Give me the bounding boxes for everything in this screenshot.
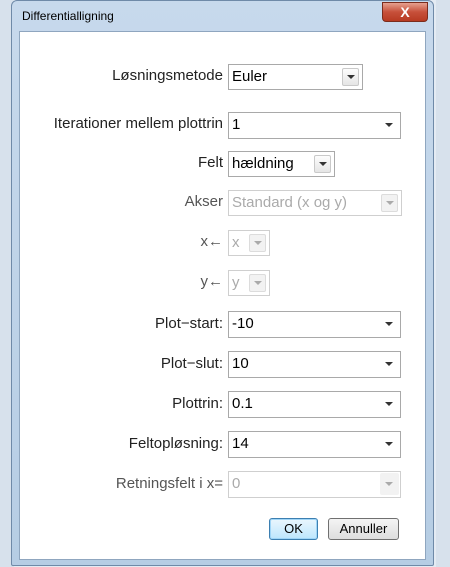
chevron-down-icon[interactable] xyxy=(380,114,399,136)
direction-field-value: 0 xyxy=(232,475,241,492)
close-button[interactable]: X xyxy=(382,2,428,22)
direction-field-combobox[interactable]: 0 xyxy=(228,471,401,498)
plot-end-label: Plot−slut: xyxy=(160,355,223,372)
y-axis-value: y xyxy=(232,274,240,291)
background-right xyxy=(436,0,450,567)
close-icon: X xyxy=(400,4,410,20)
field-label: Felt xyxy=(197,154,223,171)
field-resolution-value: 14 xyxy=(232,435,249,452)
dialog-content: Løsningsmetode Euler Iterationer mellem … xyxy=(19,31,426,560)
axes-label: Akser xyxy=(184,193,223,210)
plot-step-value: 0.1 xyxy=(232,395,253,412)
plot-step-combobox[interactable]: 0.1 xyxy=(228,391,401,418)
plot-start-label: Plot−start: xyxy=(155,315,223,332)
chevron-down-icon xyxy=(314,155,331,173)
x-axis-dropdown[interactable]: x xyxy=(228,230,270,256)
method-label: Løsningsmetode xyxy=(112,67,223,84)
x-axis-value: x xyxy=(232,234,240,251)
y-axis-label: y← xyxy=(200,273,224,290)
plot-start-combobox[interactable]: -10 xyxy=(228,311,401,338)
direction-field-label: Retningsfelt i x= xyxy=(115,475,223,492)
plot-step-label: Plottrin: xyxy=(172,395,223,412)
ok-button[interactable]: OK xyxy=(269,518,318,540)
dialog-title: Differentialligning xyxy=(22,9,114,23)
chevron-down-icon xyxy=(342,68,359,86)
chevron-down-icon[interactable] xyxy=(380,353,399,375)
y-axis-dropdown[interactable]: y xyxy=(228,270,270,296)
iterations-label: Iterationer mellem plottrin xyxy=(53,115,223,132)
cancel-button[interactable]: Annuller xyxy=(328,518,399,540)
iterations-value: 1 xyxy=(232,116,241,133)
plot-end-combobox[interactable]: 10 xyxy=(228,351,401,378)
method-dropdown[interactable]: Euler xyxy=(228,64,363,90)
field-dropdown[interactable]: hældning xyxy=(228,151,335,177)
title-bar[interactable]: Differentialligning X xyxy=(12,1,433,31)
x-axis-label: x← xyxy=(200,233,224,250)
plot-start-value: -10 xyxy=(232,315,254,332)
dialog-window: Differentialligning X Løsningsmetode Eul… xyxy=(11,0,434,566)
field-resolution-combobox[interactable]: 14 xyxy=(228,431,401,458)
chevron-down-icon[interactable] xyxy=(380,393,399,415)
chevron-down-icon xyxy=(249,274,266,292)
field-value: hældning xyxy=(232,155,294,172)
method-value: Euler xyxy=(232,68,268,85)
axes-value: Standard (x og y) xyxy=(232,194,348,211)
chevron-down-icon xyxy=(380,473,399,495)
chevron-down-icon[interactable] xyxy=(380,433,399,455)
iterations-combobox[interactable]: 1 xyxy=(228,112,401,139)
chevron-down-icon[interactable] xyxy=(380,313,399,335)
plot-end-value: 10 xyxy=(232,355,249,372)
chevron-down-icon xyxy=(249,234,266,252)
field-resolution-label: Feltopløsning: xyxy=(128,435,223,452)
chevron-down-icon xyxy=(381,194,398,212)
axes-dropdown[interactable]: Standard (x og y) xyxy=(228,190,402,216)
